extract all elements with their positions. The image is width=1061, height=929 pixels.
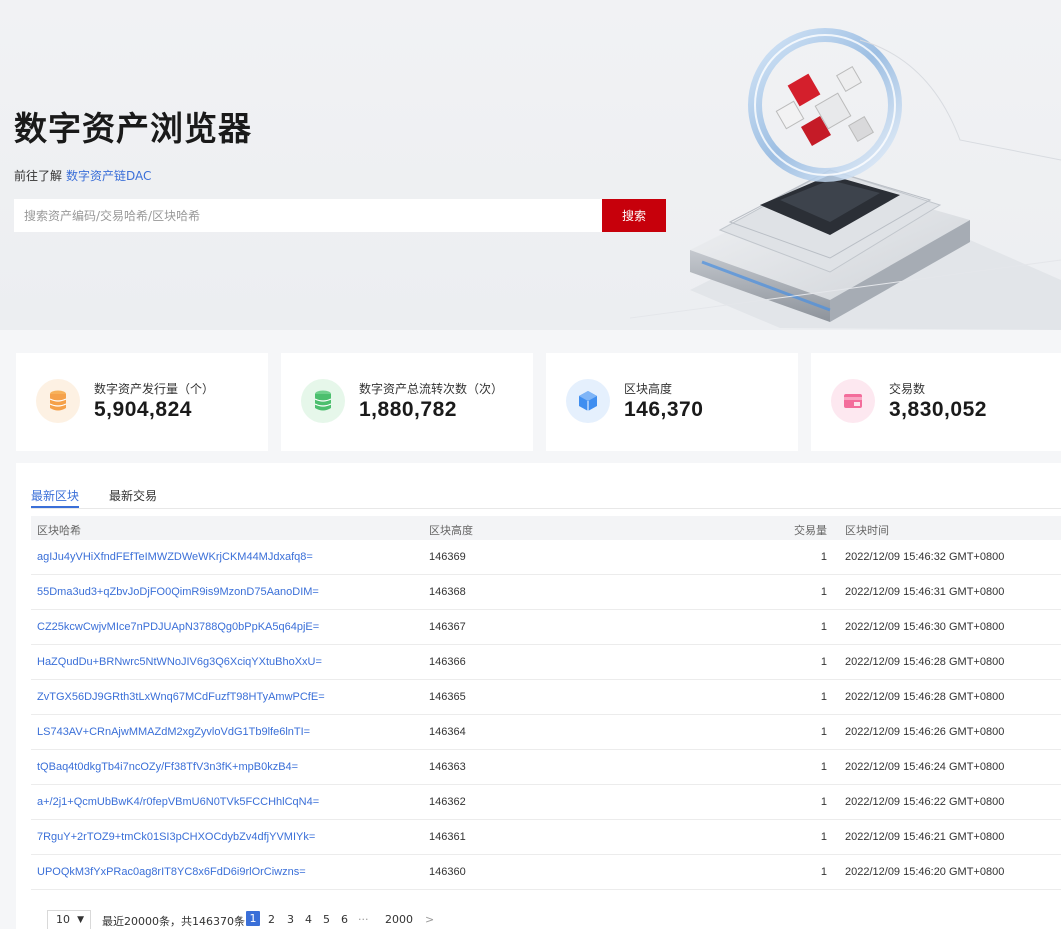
block-height: 146365 <box>429 691 466 703</box>
stat-value: 146,370 <box>624 398 704 421</box>
caret-down-icon: ▼ <box>77 915 84 925</box>
block-time: 2022/12/09 15:46:30 GMT+0800 <box>845 621 1005 633</box>
page-size-select[interactable]: 10 ▼ <box>47 910 91 929</box>
block-height: 146360 <box>429 866 466 878</box>
block-hash-link[interactable]: 7RguY+2rTOZ9+tmCk01SI3pCHXOCdybZv4dfjYVM… <box>37 831 315 843</box>
block-time: 2022/12/09 15:46:26 GMT+0800 <box>845 726 1005 738</box>
block-time: 2022/12/09 15:46:28 GMT+0800 <box>845 656 1005 668</box>
block-hash-link[interactable]: a+/2j1+QcmUbBwK4/r0fepVBmU6N0TVk5FCCHhlC… <box>37 796 319 808</box>
transfer-icon <box>301 379 345 423</box>
block-cube-icon <box>566 379 610 423</box>
block-time: 2022/12/09 15:46:21 GMT+0800 <box>845 831 1005 843</box>
page-ellipsis[interactable]: ··· <box>358 913 369 926</box>
block-height: 146369 <box>429 551 466 563</box>
column-header-hash: 区块哈希 <box>37 524 81 537</box>
block-height: 146367 <box>429 621 466 633</box>
block-time: 2022/12/09 15:46:32 GMT+0800 <box>845 551 1005 563</box>
database-icon <box>36 379 80 423</box>
stat-card-transactions: 交易数 3,830,052 <box>811 353 1061 451</box>
block-height: 146362 <box>429 796 466 808</box>
tab-latest-blocks[interactable]: 最新区块 <box>31 487 79 504</box>
page-size-value: 10 <box>56 913 70 926</box>
tx-count: 1 <box>820 621 827 633</box>
page-title: 数字资产浏览器 <box>14 109 252 148</box>
block-height: 146361 <box>429 831 466 843</box>
column-header-time: 区块时间 <box>845 524 889 537</box>
block-hash-link[interactable]: 55Dma3ud3+qZbvJoDjFO0QimR9is9MzonD75Aano… <box>37 586 319 598</box>
page-2000[interactable]: 2000 <box>385 913 413 926</box>
prev-page-button[interactable]: < <box>234 913 243 926</box>
next-page-button[interactable]: > <box>425 913 434 926</box>
block-height: 146366 <box>429 656 466 668</box>
page-5[interactable]: 5 <box>323 913 330 926</box>
stat-card-transfers: 数字资产总流转次数（次） 1,880,782 <box>281 353 533 451</box>
block-time: 2022/12/09 15:46:31 GMT+0800 <box>845 586 1005 598</box>
table-row: CZ25kcwCwjvMIce7nPDJUApN3788Qg0bPpKA5q64… <box>31 610 1061 645</box>
table-row: tQBaq4t0dkgTb4i7ncOZy/Ff38TfV3n3fK+mpB0k… <box>31 750 1061 785</box>
stat-label: 区块高度 <box>624 382 673 396</box>
page-2[interactable]: 2 <box>268 913 275 926</box>
search-input[interactable] <box>14 199 602 232</box>
page-4[interactable]: 4 <box>305 913 312 926</box>
stat-value: 3,830,052 <box>889 398 987 421</box>
tx-count: 1 <box>820 796 827 808</box>
table-row: a+/2j1+QcmUbBwK4/r0fepVBmU6N0TVk5FCCHhlC… <box>31 785 1061 820</box>
stat-card-block-height: 区块高度 146,370 <box>546 353 798 451</box>
stat-label: 数字资产发行量（个） <box>94 382 215 396</box>
page-3[interactable]: 3 <box>287 913 294 926</box>
block-time: 2022/12/09 15:46:20 GMT+0800 <box>845 866 1005 878</box>
block-time: 2022/12/09 15:46:24 GMT+0800 <box>845 761 1005 773</box>
tab-latest-transactions[interactable]: 最新交易 <box>109 487 157 504</box>
tab-divider <box>31 508 1061 509</box>
block-time: 2022/12/09 15:46:28 GMT+0800 <box>845 691 1005 703</box>
tx-count: 1 <box>820 691 827 703</box>
table-row: UPOQkM3fYxPRac0ag8rIT8YC8x6FdD6i9rlOrCiw… <box>31 855 1061 890</box>
stat-value: 5,904,824 <box>94 398 192 421</box>
tx-count: 1 <box>820 551 827 563</box>
block-hash-link[interactable]: ZvTGX56DJ9GRth3tLxWnq67MCdFuzfT98HTyAmwP… <box>37 691 325 703</box>
block-height: 146364 <box>429 726 466 738</box>
block-time: 2022/12/09 15:46:22 GMT+0800 <box>845 796 1005 808</box>
stat-value: 1,880,782 <box>359 398 457 421</box>
table-row: ZvTGX56DJ9GRth3tLxWnq67MCdFuzfT98HTyAmwP… <box>31 680 1061 715</box>
learn-more-prefix: 前往了解 <box>14 169 63 183</box>
block-hash-link[interactable]: agIJu4yVHiXfndFEfTeIMWZDWeWKrjCKM44MJdxa… <box>37 551 313 563</box>
tx-count: 1 <box>820 586 827 598</box>
table-header: 区块哈希 区块高度 交易量 区块时间 <box>31 516 1061 540</box>
column-header-count: 交易量 <box>794 524 827 537</box>
dac-link[interactable]: 数字资产链DAC <box>66 169 151 183</box>
hero-banner: 数字资产浏览器 前往了解 数字资产链DAC 搜索 <box>0 0 1061 330</box>
tx-count: 1 <box>820 726 827 738</box>
table-row: 55Dma3ud3+qZbvJoDjFO0QimR9is9MzonD75Aano… <box>31 575 1061 610</box>
tx-count: 1 <box>820 866 827 878</box>
table-row: HaZQudDu+BRNwrc5NtWNoJIV6g3Q6XciqYXtuBho… <box>31 645 1061 680</box>
stat-card-issued: 数字资产发行量（个） 5,904,824 <box>16 353 268 451</box>
table-row: 7RguY+2rTOZ9+tmCk01SI3pCHXOCdybZv4dfjYVM… <box>31 820 1061 855</box>
stat-label: 交易数 <box>889 382 926 396</box>
learn-more-row: 前往了解 数字资产链DAC <box>14 167 151 184</box>
column-header-height: 区块高度 <box>429 524 473 537</box>
block-hash-link[interactable]: HaZQudDu+BRNwrc5NtWNoJIV6g3Q6XciqYXtuBho… <box>37 656 322 668</box>
latest-data-panel: 最新区块 最新交易 区块哈希 区块高度 交易量 区块时间 agIJu4yVHiX… <box>16 463 1061 929</box>
tx-count: 1 <box>820 656 827 668</box>
pagination-summary: 最近20000条，共146370条 <box>102 915 245 928</box>
block-height: 146368 <box>429 586 466 598</box>
transaction-card-icon <box>831 379 875 423</box>
page-1[interactable]: 1 <box>246 911 260 926</box>
block-hash-link[interactable]: CZ25kcwCwjvMIce7nPDJUApN3788Qg0bPpKA5q64… <box>37 621 319 633</box>
stat-label: 数字资产总流转次数（次） <box>359 382 504 396</box>
block-height: 146363 <box>429 761 466 773</box>
tx-count: 1 <box>820 761 827 773</box>
table-row: LS743AV+CRnAjwMMAZdM2xgZyvloVdG1Tb9lfe6l… <box>31 715 1061 750</box>
tx-count: 1 <box>820 831 827 843</box>
block-hash-link[interactable]: tQBaq4t0dkgTb4i7ncOZy/Ff38TfV3n3fK+mpB0k… <box>37 761 298 773</box>
table-row: agIJu4yVHiXfndFEfTeIMWZDWeWKrjCKM44MJdxa… <box>31 540 1061 575</box>
active-tab-indicator <box>31 506 79 508</box>
block-hash-link[interactable]: UPOQkM3fYxPRac0ag8rIT8YC8x6FdD6i9rlOrCiw… <box>37 866 306 878</box>
blockchain-illustration <box>630 28 1061 330</box>
block-hash-link[interactable]: LS743AV+CRnAjwMMAZdM2xgZyvloVdG1Tb9lfe6l… <box>37 726 310 738</box>
search-button[interactable]: 搜索 <box>602 199 666 232</box>
page-6[interactable]: 6 <box>341 913 348 926</box>
